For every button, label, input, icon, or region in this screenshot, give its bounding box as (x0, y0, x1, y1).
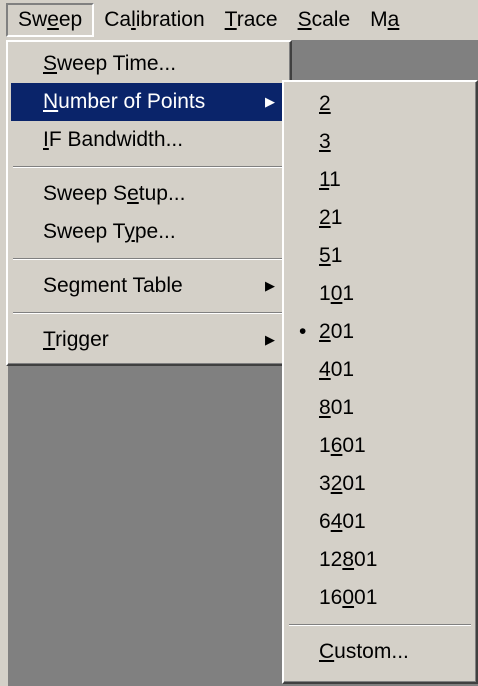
points-option[interactable]: 3201 (287, 465, 473, 503)
menu-item-trigger[interactable]: Trigger ▶ (11, 321, 287, 359)
points-option[interactable]: 6401 (287, 503, 473, 541)
submenu-arrow-icon: ▶ (265, 94, 275, 109)
menu-calibration[interactable]: Calibration (94, 3, 214, 37)
mnemonic: 2 (319, 320, 331, 343)
mnemonic: T (43, 328, 56, 351)
label-part: Segment Table (43, 274, 183, 297)
label-part: F Bandwidth... (48, 128, 184, 151)
points-option[interactable]: 21 (287, 199, 473, 237)
mnemonic: 2 (319, 206, 331, 229)
label-part: Sweep S (43, 182, 128, 205)
mnemonic: 4 (330, 510, 343, 533)
label-part: pe... (134, 220, 176, 243)
mnemonic: 0 (330, 282, 343, 305)
menu-marker-truncated[interactable]: Ma (360, 3, 409, 37)
mnemonic: e (47, 8, 59, 31)
selected-bullet-icon: • (299, 320, 307, 343)
label-part: 1 (319, 434, 331, 457)
label-part: umber of Points (58, 90, 206, 113)
mnemonic: 5 (319, 244, 331, 267)
mnemonic: 4 (319, 358, 331, 381)
submenu-arrow-icon: ▶ (265, 278, 275, 293)
label-part: 16 (319, 586, 343, 609)
menu-separator (13, 312, 285, 314)
menu-label-part: Ca (104, 8, 132, 31)
menu-item-sweep-time[interactable]: Sweep Time... (11, 45, 287, 83)
mnemonic: e (127, 182, 139, 205)
label-part: 01 (354, 548, 378, 571)
menu-item-number-of-points[interactable]: Number of Points ▶ (11, 83, 287, 121)
menu-trace[interactable]: Trace (215, 3, 288, 37)
mnemonic: a (387, 8, 400, 31)
label-part: 12 (319, 548, 343, 571)
sweep-dropdown-menu: Sweep Time... Number of Points ▶ IF Bandw… (6, 40, 292, 366)
label-part: weep Time... (57, 52, 177, 75)
label-part: 1 (330, 206, 343, 229)
menu-separator (289, 624, 471, 626)
menu-bar: Sweep Calibration Trace Scale Ma (0, 0, 478, 40)
label-part: tup... (138, 182, 186, 205)
points-option[interactable]: 1601 (287, 427, 473, 465)
mnemonic: 0 (342, 586, 355, 609)
points-option[interactable]: 401 (287, 351, 473, 389)
menu-item-segment-table[interactable]: Segment Table ▶ (11, 267, 287, 305)
label-part: 6 (319, 510, 331, 533)
mnemonic: 8 (342, 548, 355, 571)
points-option[interactable]: 16001 (287, 579, 473, 617)
number-of-points-submenu: 2 3 11 21 51 101 • 201 401 801 1601 3201 … (282, 80, 478, 684)
points-option[interactable]: 12801 (287, 541, 473, 579)
points-option[interactable]: 801 (287, 389, 473, 427)
label-part: 01 (342, 434, 366, 457)
label-part: 01 (330, 396, 355, 419)
label-part: Sweep T (43, 220, 125, 243)
label-part: 01 (330, 358, 355, 381)
menu-item-sweep-type[interactable]: Sweep Type... (11, 213, 287, 251)
mnemonic: T (224, 8, 237, 31)
points-option[interactable]: 3 (287, 123, 473, 161)
menu-item-if-bandwidth[interactable]: IF Bandwidth... (11, 121, 287, 159)
submenu-arrow-icon: ▶ (265, 332, 275, 347)
mnemonic: 3 (319, 130, 331, 153)
menu-label-part: Sw (18, 8, 48, 31)
points-option[interactable]: 11 (287, 161, 473, 199)
mnemonic: 2 (319, 92, 331, 115)
menu-label-part: cale (311, 8, 351, 31)
label-part: 3 (319, 472, 331, 495)
mnemonic: 1 (319, 168, 330, 191)
menu-label-part: race (236, 8, 278, 31)
menu-scale[interactable]: Scale (288, 3, 361, 37)
menu-label-part: ibration (135, 8, 205, 31)
mnemonic: y (124, 220, 135, 243)
points-option[interactable]: 2 (287, 85, 473, 123)
label-part: rigger (55, 328, 109, 351)
menu-separator (13, 166, 285, 168)
label-part: 1 (319, 282, 331, 305)
points-option-selected[interactable]: • 201 (287, 313, 473, 351)
mnemonic: N (43, 90, 59, 113)
label-part: 01 (330, 320, 355, 343)
menu-sweep[interactable]: Sweep (6, 3, 95, 37)
label-part: ustom... (334, 640, 409, 663)
points-option[interactable]: 51 (287, 237, 473, 275)
mnemonic: 8 (319, 396, 331, 419)
mnemonic: S (43, 52, 58, 75)
mnemonic: 2 (330, 472, 343, 495)
points-option-custom[interactable]: Custom... (287, 633, 473, 671)
label-part: 01 (354, 586, 378, 609)
menu-separator (13, 258, 285, 260)
menu-label-part: M (370, 8, 388, 31)
menu-item-sweep-setup[interactable]: Sweep Setup... (11, 175, 287, 213)
points-option[interactable]: 101 (287, 275, 473, 313)
label-part: 01 (342, 472, 366, 495)
label-part: 1 (342, 282, 355, 305)
mnemonic: S (297, 8, 312, 31)
label-part: 01 (342, 510, 366, 533)
mnemonic: 6 (330, 434, 343, 457)
menu-label-part: ep (58, 8, 83, 31)
label-part: 1 (329, 168, 341, 191)
mnemonic: C (319, 640, 335, 663)
label-part: 1 (330, 244, 343, 267)
